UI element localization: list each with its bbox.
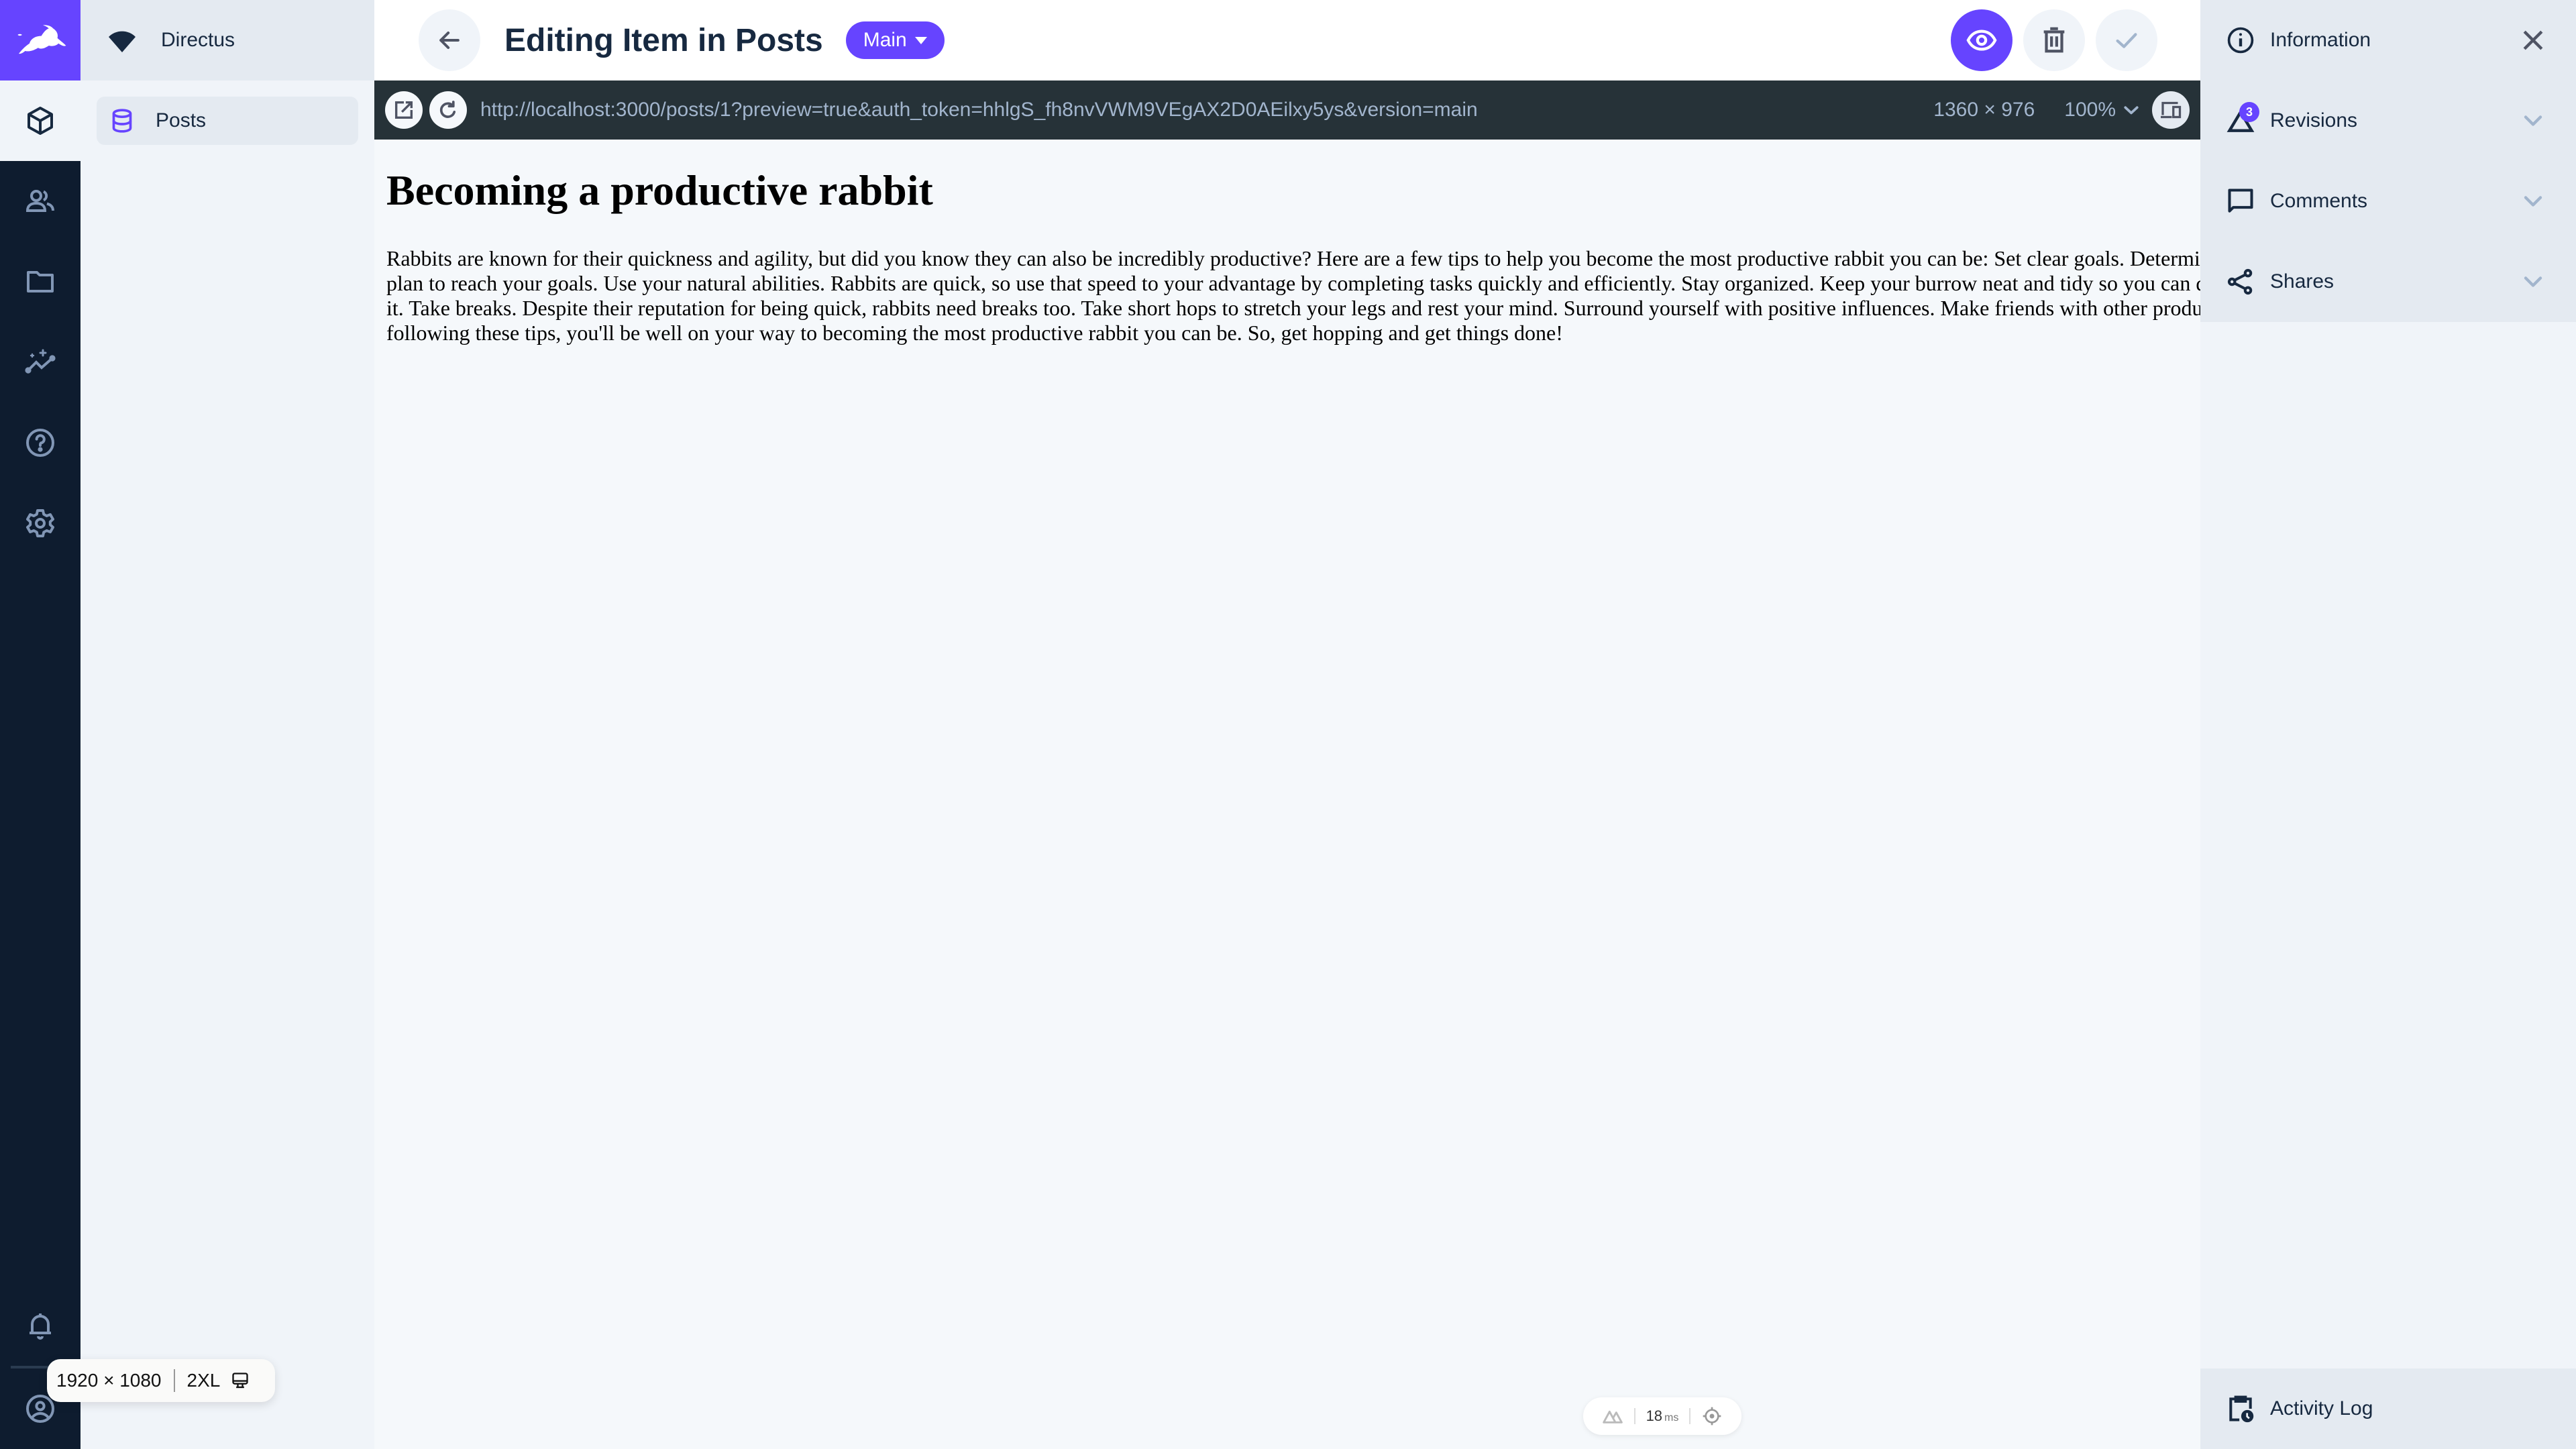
module-user-directory[interactable] [0,161,80,241]
version-label: Main [863,29,907,51]
chevron-down-icon [2124,106,2139,115]
dev-toolbar: 18 ms [1583,1397,1741,1435]
revisions-count-badge: 3 [2239,102,2259,122]
sidebar-item-label: Revisions [2270,109,2358,131]
device-preview-toggle[interactable] [2152,91,2190,129]
breakpoint-label: 2XL [186,1370,221,1391]
share-icon [2227,268,2253,295]
header-actions [1951,9,2157,71]
rabbit-logo-icon [17,25,66,54]
zoom-dropdown[interactable]: 100% [2064,99,2141,121]
info-icon [2227,27,2254,54]
version-dropdown[interactable]: Main [845,21,945,59]
collection-list: Posts [80,80,374,161]
refresh-icon [439,101,456,118]
chevron-down-icon [2524,115,2542,126]
save-button[interactable] [2096,9,2157,71]
open-in-new-tab-button[interactable] [385,91,423,129]
preview-url-bar: http://localhost:3000/posts/1?preview=tr… [374,80,2200,140]
project-header[interactable]: Directus [80,0,374,80]
monitor-icon [232,1373,248,1389]
project-name: Directus [161,29,235,51]
viewport-size: 1920 × 1080 [56,1370,162,1391]
delete-button[interactable] [2023,9,2085,71]
cube-icon [28,107,53,135]
sidebar-item-label: Activity Log [2270,1397,2373,1419]
close-icon[interactable] [2518,25,2548,55]
render-time: 18 ms [1646,1407,1679,1425]
page-header: Editing Item in Posts Main [374,0,2200,80]
users-icon [25,190,54,212]
bell-icon [30,1313,51,1340]
sidebar-item-revisions[interactable]: 3 Revisions [2200,80,2576,161]
item-sidebar: Information 3 Revisions Comments Shares … [2200,0,2576,1449]
comment-icon [2228,189,2253,213]
module-settings[interactable] [0,483,80,564]
article-heading: Becoming a productive rabbit [386,166,933,214]
sidebar-item-comments[interactable]: Comments [2200,161,2576,241]
nav-item-posts[interactable]: Posts [97,97,358,145]
module-insights[interactable] [0,322,80,402]
render-time-value: 18 [1646,1407,1663,1424]
arrow-left-icon [439,31,460,50]
project-icon [109,31,136,52]
caret-down-icon [914,36,927,44]
module-files[interactable] [0,241,80,322]
help-icon [26,429,54,457]
activity-log-button[interactable]: Activity Log [2200,1368,2576,1449]
sidebar-item-label: Comments [2270,190,2368,212]
sidebar-footer: Activity Log [2200,1368,2576,1449]
separator [173,1369,175,1392]
nuxt-icon[interactable] [1602,1405,1623,1427]
preview-controls: 1360 × 976 100% [1933,91,2190,129]
chevron-down-icon [2524,196,2542,207]
separator [1633,1408,1635,1424]
directus-logo[interactable] [0,0,80,80]
nav-item-label: Posts [156,109,207,131]
separator [1689,1408,1691,1424]
main-content: Editing Item in Posts Main http://localh… [374,0,2576,1449]
zoom-value: 100% [2064,99,2116,121]
notifications-button[interactable] [0,1285,80,1366]
sidebar-item-label: Shares [2270,270,2334,292]
sidebar-sections: Information 3 Revisions Comments Shares [2200,0,2576,322]
live-preview-frame: Becoming a productive rabbit Rabbits are… [374,165,2576,345]
sidebar-item-shares[interactable]: Shares [2200,241,2576,322]
preview-dimensions: 1360 × 976 [1933,99,2035,121]
module-help[interactable] [0,402,80,483]
activity-log-icon [2229,1395,2254,1423]
preview-toggle-button[interactable] [1951,9,2012,71]
eye-icon [1966,30,1997,51]
render-time-unit: ms [1664,1412,1679,1424]
folder-icon [27,271,54,292]
navigation-sidebar: Directus Posts [80,0,374,1449]
preview-url[interactable]: http://localhost:3000/posts/1?preview=tr… [480,99,1478,121]
back-button[interactable] [419,9,480,71]
check-icon [2116,33,2137,48]
module-content[interactable] [0,80,80,161]
trash-icon [2043,27,2065,53]
module-bar [0,0,80,1449]
insights-icon [25,349,56,374]
sidebar-item-label: Information [2270,29,2371,51]
database-icon [112,109,132,133]
breakpoint-indicator: 1920 × 1080 2XL [47,1359,275,1402]
devices-icon [2161,101,2182,119]
page-title: Editing Item in Posts [504,22,823,58]
open-external-icon [394,101,413,119]
gear-icon [26,509,54,537]
sidebar-item-information[interactable]: Information [2200,0,2576,80]
chevron-down-icon [2524,276,2542,287]
inspect-target-icon[interactable] [1701,1405,1723,1427]
refresh-button[interactable] [429,91,467,129]
